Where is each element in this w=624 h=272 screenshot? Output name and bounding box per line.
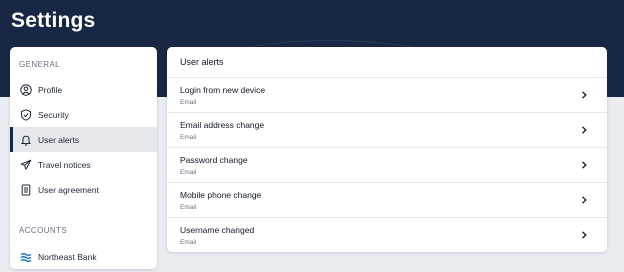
alert-channel: Email xyxy=(180,134,197,141)
section-label-general: GENERAL xyxy=(19,60,61,69)
airplane-icon xyxy=(19,158,32,171)
alert-row-email-address-change[interactable]: Email address change Email xyxy=(167,112,607,147)
account-item-northeast-bank[interactable]: Northeast Bank xyxy=(10,244,157,269)
alert-channel: Email xyxy=(180,239,197,246)
account-item-label: Northeast Bank xyxy=(38,251,97,262)
alert-channel: Email xyxy=(180,99,197,106)
alert-row-password-change[interactable]: Password change Email xyxy=(167,147,607,182)
alert-name: Username changed xyxy=(180,225,255,235)
sidebar-item-profile[interactable]: Profile xyxy=(10,77,157,102)
page-title: Settings xyxy=(11,9,96,32)
chevron-right-icon xyxy=(582,196,587,204)
alert-name: Email address change xyxy=(180,120,265,130)
bank-logo-icon xyxy=(19,250,32,263)
settings-sidebar: GENERAL Profile Security User alerts Tra… xyxy=(10,47,157,269)
alert-channel: Email xyxy=(180,204,197,211)
sidebar-item-label: Travel notices xyxy=(38,159,91,170)
chevron-right-icon xyxy=(582,161,587,169)
alert-name: Login from new device xyxy=(180,85,266,95)
chevron-right-icon xyxy=(582,126,587,134)
settings-page: Settings GENERAL Profile Security User a… xyxy=(0,0,624,272)
chevron-right-icon xyxy=(582,231,587,239)
alert-row-username-changed[interactable]: Username changed Email xyxy=(167,217,607,252)
alert-name: Mobile phone change xyxy=(180,190,262,200)
bell-icon xyxy=(19,133,32,146)
alert-channel: Email xyxy=(180,169,197,176)
sidebar-item-label: User agreement xyxy=(38,184,99,195)
alert-row-login-new-device[interactable]: Login from new device Email xyxy=(167,77,607,112)
shield-icon xyxy=(19,108,32,121)
section-label-accounts: ACCOUNTS xyxy=(19,226,68,235)
alert-row-mobile-phone-change[interactable]: Mobile phone change Email xyxy=(167,182,607,217)
person-circle-icon xyxy=(19,83,32,96)
chevron-right-icon xyxy=(582,91,587,99)
sidebar-item-label: User alerts xyxy=(38,134,80,145)
sidebar-item-security[interactable]: Security xyxy=(10,102,157,127)
sidebar-item-user-alerts[interactable]: User alerts xyxy=(10,127,157,152)
alert-name: Password change xyxy=(180,155,248,165)
sidebar-item-travel-notices[interactable]: Travel notices xyxy=(10,152,157,177)
sidebar-item-label: Profile xyxy=(38,84,63,95)
panel-title: User alerts xyxy=(180,57,224,67)
sidebar-item-label: Security xyxy=(38,109,69,120)
document-icon xyxy=(19,183,32,196)
user-alerts-panel: User alerts Login from new device Email … xyxy=(167,47,607,252)
sidebar-item-user-agreement[interactable]: User agreement xyxy=(10,177,157,202)
